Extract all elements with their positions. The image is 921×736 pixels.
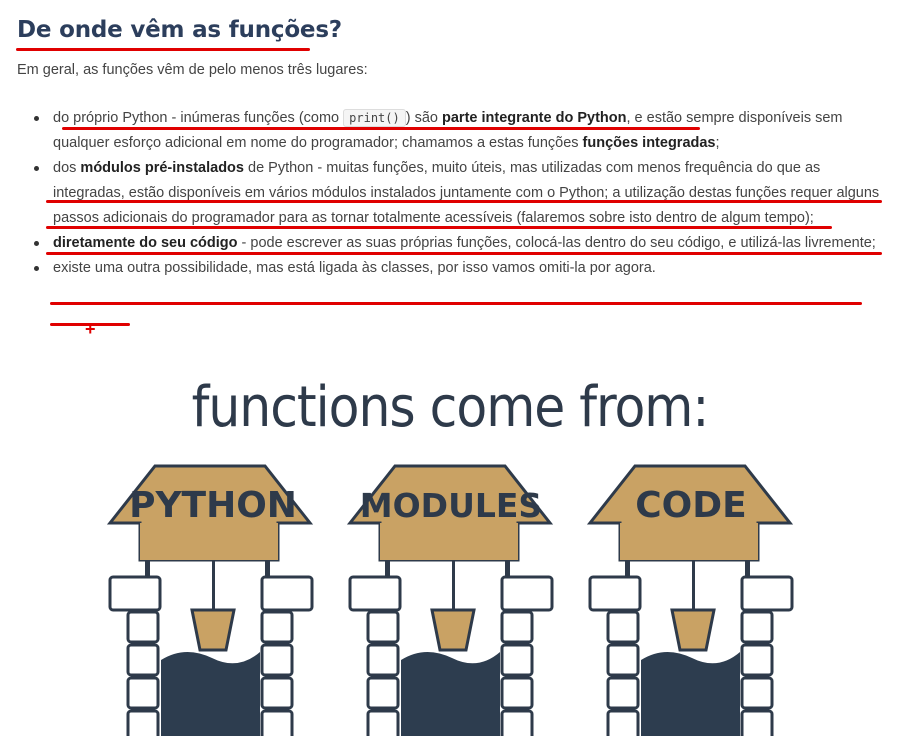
- annotation-underline: [50, 302, 862, 305]
- list-item: do próprio Python - inúmeras funções (co…: [34, 106, 893, 156]
- item-text: dos: [53, 160, 81, 176]
- water: [401, 651, 500, 736]
- intro-paragraph: Em geral, as funções vêm de pelo menos t…: [17, 62, 368, 78]
- code-well: CODE: [586, 464, 794, 736]
- item-text: do próprio Python - inúmeras funções (co…: [53, 110, 344, 126]
- annotation-underline: [46, 252, 882, 255]
- item-text: existe uma outra possibilidade, mas está…: [53, 260, 656, 276]
- item-bold: parte integrante do Python: [442, 110, 627, 126]
- annotation-underline: [46, 200, 882, 203]
- water: [641, 651, 740, 736]
- well-label: PYTHON: [129, 485, 297, 526]
- figure-title: functions come from:: [192, 375, 709, 440]
- list-item: existe uma outra possibilidade, mas está…: [34, 256, 893, 281]
- item-bold: funções integradas: [582, 135, 716, 151]
- item-text: - pode escrever as suas próprias funções…: [237, 235, 876, 251]
- python-well: PYTHON: [106, 464, 314, 736]
- item-text: ;: [715, 135, 720, 151]
- inline-code: print(): [343, 109, 406, 127]
- page-title: De onde vêm as funções?: [17, 17, 342, 43]
- list-item: dos módulos pré-instalados de Python - m…: [34, 156, 893, 231]
- functions-illustration: functions come from: PYTHON MODULES CODE: [106, 375, 794, 736]
- annotation-underline: [62, 127, 700, 130]
- item-bold: diretamente do seu código: [53, 235, 238, 251]
- water: [161, 651, 260, 736]
- item-bold: módulos pré-instalados: [80, 160, 244, 176]
- page: De onde vêm as funções? Em geral, as fun…: [0, 0, 921, 736]
- cursor-crosshair-icon: +: [85, 319, 96, 339]
- well-label: CODE: [635, 485, 747, 526]
- annotation-underline: [16, 48, 310, 51]
- annotation-underline: [46, 226, 832, 229]
- item-text: ) são: [405, 110, 442, 126]
- well-label: MODULES: [360, 486, 542, 525]
- modules-well: MODULES: [346, 464, 554, 736]
